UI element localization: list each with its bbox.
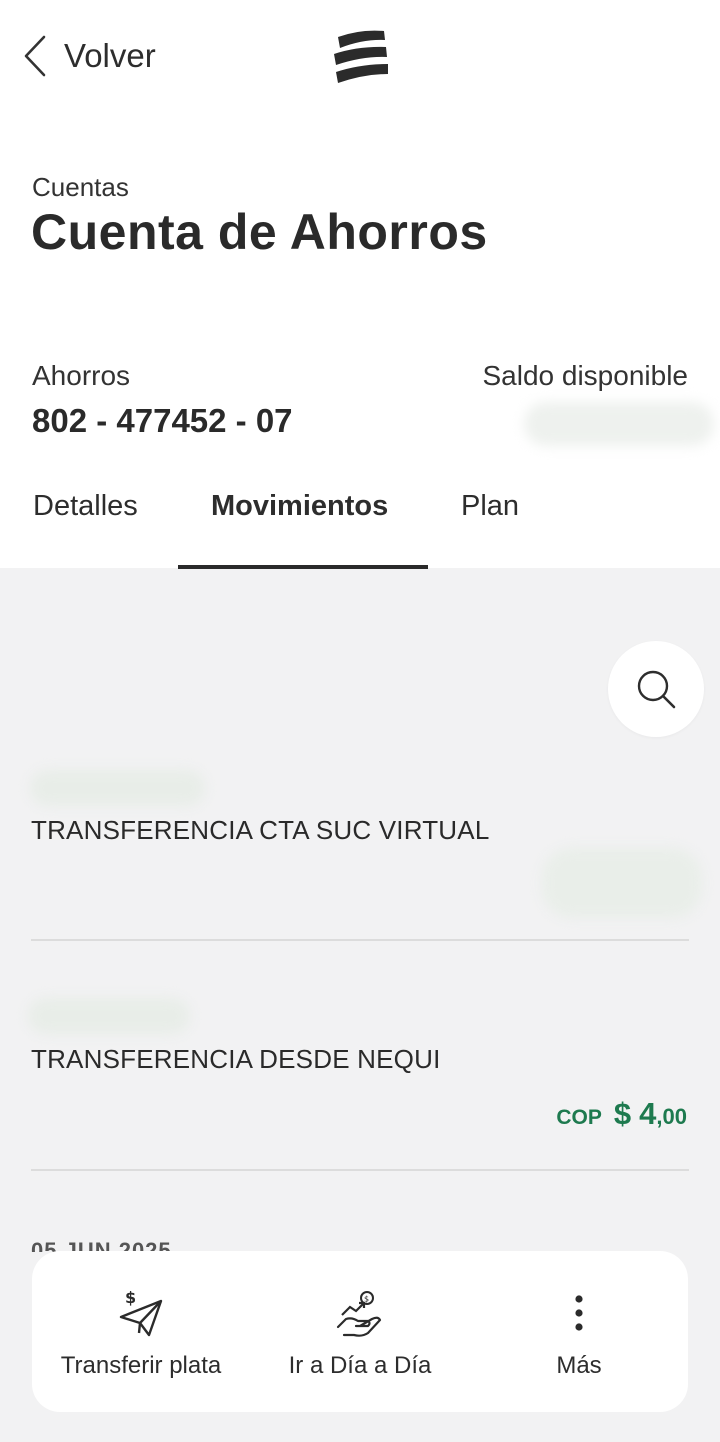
- more-vertical-icon: [575, 1295, 583, 1331]
- amount-integer: 4: [639, 1096, 657, 1131]
- divider: [31, 1169, 689, 1171]
- more-button[interactable]: Más: [470, 1251, 688, 1412]
- tab-plan[interactable]: Plan: [461, 490, 519, 523]
- search-icon: [637, 670, 676, 709]
- hand-money-icon: $: [336, 1291, 382, 1337]
- balance-value-redacted: [524, 402, 714, 446]
- dia-a-dia-button[interactable]: $ Ir a Día a Día: [250, 1251, 470, 1412]
- transaction-description: TRANSFERENCIA CTA SUC VIRTUAL: [31, 815, 490, 845]
- transfer-money-button[interactable]: $ Transferir plata: [32, 1251, 250, 1412]
- transaction-amount: COP $ 4 ,00: [556, 1096, 687, 1132]
- back-button[interactable]: Volver: [22, 34, 156, 78]
- active-tab-indicator: [178, 565, 428, 569]
- more-label: Más: [556, 1352, 602, 1379]
- bank-logo: [334, 30, 388, 83]
- amount-currency: COP: [556, 1106, 602, 1129]
- account-type-label: Ahorros: [32, 360, 131, 391]
- search-button[interactable]: [608, 641, 704, 737]
- send-money-icon: $: [119, 1289, 163, 1337]
- dia-a-dia-label: Ir a Día a Día: [288, 1352, 432, 1379]
- divider: [31, 939, 689, 941]
- tab-detalles[interactable]: Detalles: [33, 490, 138, 523]
- transaction-description: TRANSFERENCIA DESDE NEQUI: [31, 1044, 441, 1074]
- transaction-date-redacted: [28, 998, 190, 1034]
- transaction-date-redacted: [30, 770, 205, 806]
- amount-symbol: $: [613, 1096, 632, 1131]
- page-title: Cuenta de Ahorros: [31, 204, 488, 260]
- available-balance-label: Saldo disponible: [482, 360, 689, 391]
- account-tabs: Detalles Movimientos Plan: [0, 480, 720, 569]
- amount-decimals: ,00: [656, 1104, 687, 1129]
- breadcrumb: Cuentas: [32, 172, 129, 202]
- transfer-money-label: Transferir plata: [60, 1352, 222, 1379]
- tab-movimientos[interactable]: Movimientos: [211, 490, 388, 523]
- account-header-panel: Volver Cuentas Cuenta de Ahorros Ahorros…: [0, 0, 720, 569]
- transaction-amount-redacted: [542, 848, 702, 918]
- date-group-header: 05 JUN 2025: [31, 1238, 172, 1252]
- chevron-left-icon: [24, 35, 46, 77]
- svg-text:$: $: [125, 1289, 136, 1307]
- bottom-action-bar: $ Transferir plata $ Ir a Día a Día Más: [32, 1251, 688, 1412]
- account-number: 802 - 477452 - 07: [32, 402, 293, 439]
- back-label: Volver: [64, 37, 156, 74]
